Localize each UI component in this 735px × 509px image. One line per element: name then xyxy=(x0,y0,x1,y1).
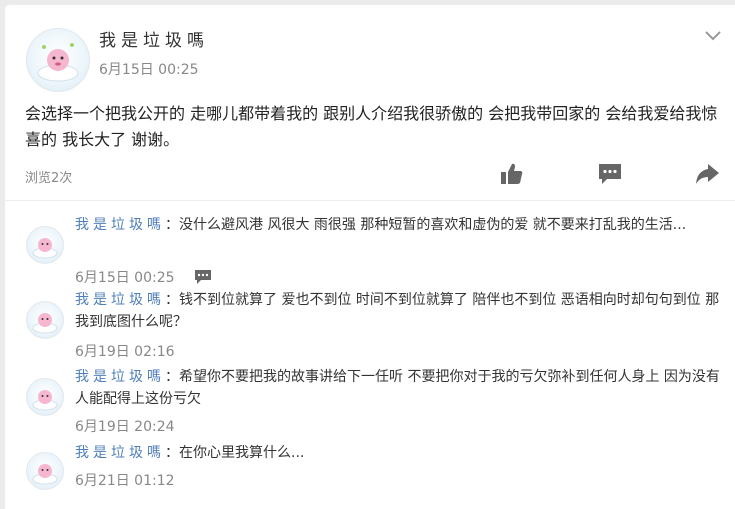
avatar[interactable] xyxy=(26,28,90,92)
comment-text: 我是垃圾嗎：希望你不要把我的故事讲给下一任听 不要把你对于我的亏欠弥补到任何人身… xyxy=(75,366,723,410)
comment-separator: ： xyxy=(165,217,179,233)
comment-author-link[interactable]: 我是垃圾嗎 xyxy=(75,217,165,233)
comment-text: 我是垃圾嗎：钱不到位就算了 爱也不到位 时间不到位就算了 陪伴也不到位 恶语相向… xyxy=(75,289,723,333)
post-card: 我是垃圾嗎 6月15日 00:25 会选择一个把我公开的 走哪儿都带着我的 跟别… xyxy=(5,5,735,509)
comment-timestamp: 6月15日 00:25 xyxy=(75,270,175,286)
comment-text: 我是垃圾嗎：没什么避风港 风很大 雨很强 那种短暂的喜欢和虚伪的爱 就不要来打乱… xyxy=(75,214,723,236)
comment-avatar[interactable] xyxy=(26,226,64,264)
comment-separator: ： xyxy=(165,292,179,308)
comment-content: 在你心里我算什么... xyxy=(179,445,305,461)
comment-avatar[interactable] xyxy=(26,378,64,416)
comment-timestamp: 6月19日 02:16 xyxy=(75,344,175,360)
post-author-name[interactable]: 我是垃圾嗎 xyxy=(99,26,209,51)
divider xyxy=(5,200,735,201)
comment-separator: ： xyxy=(165,369,179,385)
comment-timestamp: 6月19日 20:24 xyxy=(75,419,175,435)
chevron-down-icon[interactable] xyxy=(703,27,723,43)
comment-avatar[interactable] xyxy=(26,452,64,490)
comment-author-link[interactable]: 我是垃圾嗎 xyxy=(75,445,165,461)
comment-author-link[interactable]: 我是垃圾嗎 xyxy=(75,292,165,308)
post-body-text: 会选择一个把我公开的 走哪儿都带着我的 跟别人介绍我很骄傲的 会把我带回家的 会… xyxy=(25,104,718,149)
comment-timestamp: 6月21日 01:12 xyxy=(75,473,175,489)
share-icon[interactable] xyxy=(694,161,720,187)
thumbs-up-icon[interactable] xyxy=(499,161,525,187)
comment-text: 我是垃圾嗎：在你心里我算什么... xyxy=(75,442,723,464)
post-timestamp: 6月15日 00:25 xyxy=(99,62,199,78)
view-count: 浏览2次 xyxy=(25,171,73,186)
comment-separator: ： xyxy=(165,445,179,461)
comment-author-link[interactable]: 我是垃圾嗎 xyxy=(75,369,165,385)
comment-avatar[interactable] xyxy=(26,301,64,339)
reply-comment-icon[interactable] xyxy=(194,269,212,285)
comment-content: 没什么避风港 风很大 雨很强 那种短暂的喜欢和虚伪的爱 就不要来打乱我的生活..… xyxy=(179,217,687,233)
comment-icon[interactable] xyxy=(597,161,623,187)
